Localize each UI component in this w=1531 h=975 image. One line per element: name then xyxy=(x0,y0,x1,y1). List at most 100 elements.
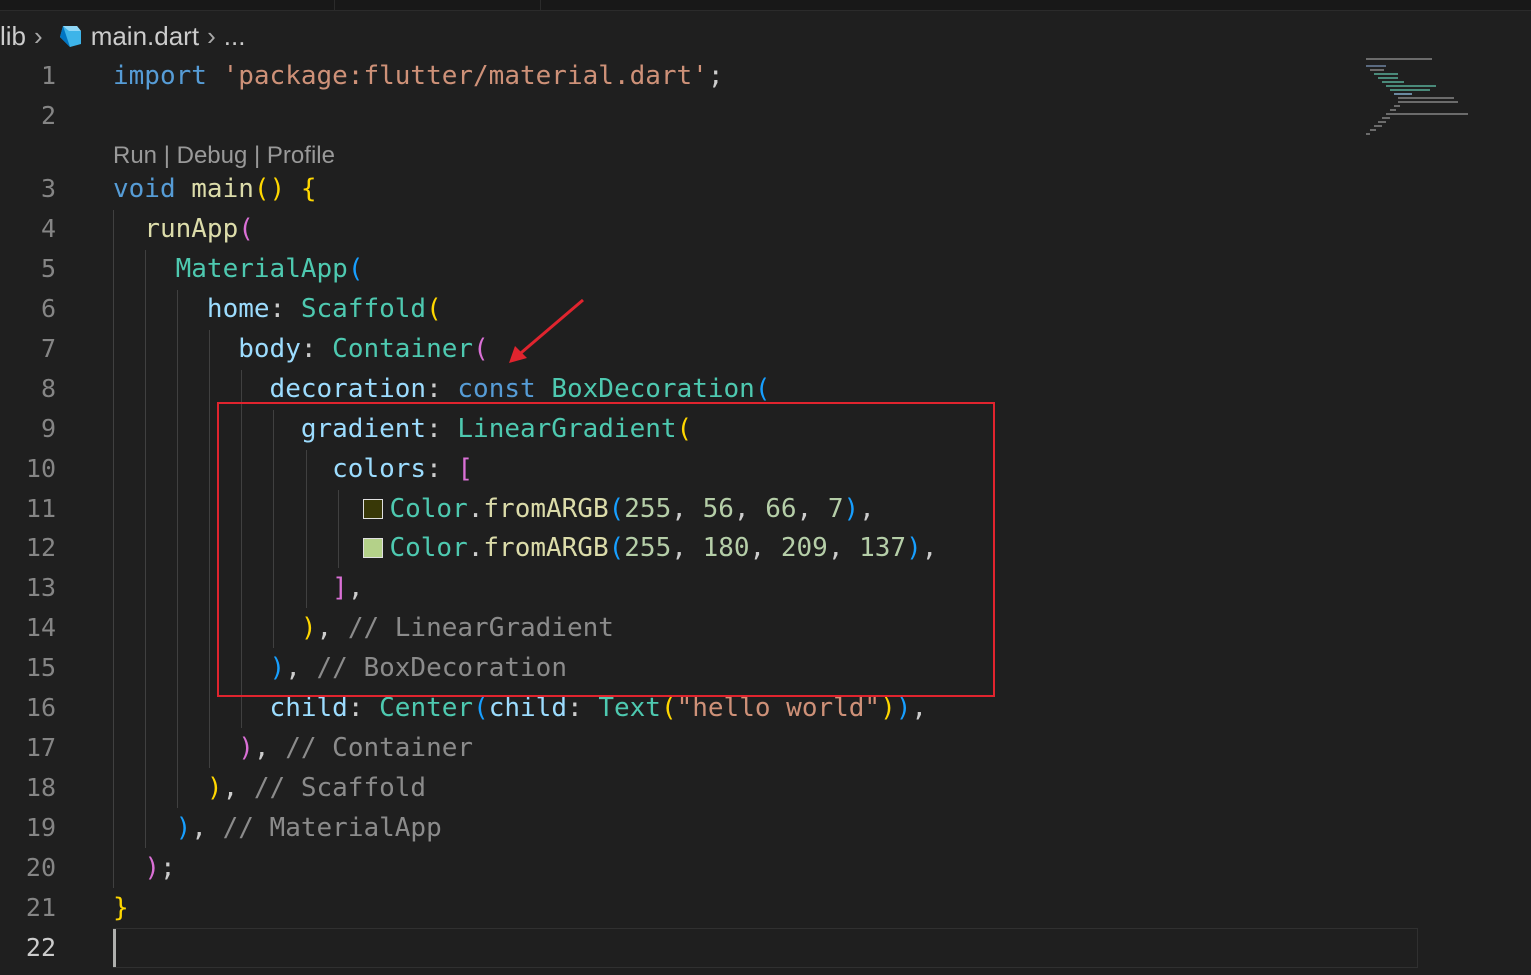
code-token: ( xyxy=(426,294,442,324)
code-text: MaterialApp( xyxy=(113,249,364,289)
code-token: ) xyxy=(238,733,254,763)
code-token: BoxDecoration xyxy=(551,374,755,404)
code-token: void xyxy=(113,174,176,204)
code-text: home: Scaffold( xyxy=(113,289,442,329)
code-text: body: Container( xyxy=(113,329,489,369)
code-line[interactable]: 2 xyxy=(0,96,1531,136)
code-text: runApp( xyxy=(113,209,254,249)
code-text: ), // MaterialApp xyxy=(113,808,442,848)
line-number: 2 xyxy=(40,101,56,130)
breadcrumb-folder[interactable]: lib xyxy=(0,21,26,52)
code-text: import 'package:flutter/material.dart'; xyxy=(113,56,724,96)
line-number: 8 xyxy=(40,374,56,403)
code-token: : xyxy=(347,693,380,723)
code-token: , xyxy=(191,813,223,843)
code-token: , xyxy=(253,733,286,763)
code-token: child xyxy=(488,693,567,723)
code-token: // Scaffold xyxy=(253,773,427,803)
code-token: ; xyxy=(707,61,724,91)
annotation-arrow-icon xyxy=(505,296,587,370)
line-number: 16 xyxy=(25,693,56,722)
code-line[interactable]: 18 ), // Scaffold xyxy=(0,768,1531,808)
tab-separator xyxy=(334,0,335,10)
code-text: ), // Container xyxy=(113,728,473,768)
line-number: 13 xyxy=(25,573,56,602)
breadcrumb: lib › main.dart › ... xyxy=(0,14,245,58)
code-line[interactable]: 5 MaterialApp( xyxy=(0,249,1531,289)
code-token: : xyxy=(269,294,301,324)
code-token: import xyxy=(113,61,207,91)
codelens-separator: | xyxy=(247,142,267,169)
codelens-profile-link[interactable]: Profile xyxy=(267,142,335,169)
line-number: 5 xyxy=(40,254,56,283)
code-token: ) xyxy=(175,813,192,843)
code-token: ) xyxy=(144,853,160,883)
breadcrumb-file[interactable]: main.dart xyxy=(91,21,199,52)
code-token: decoration xyxy=(269,374,427,404)
code-line[interactable]: 17 ), // Container xyxy=(0,728,1531,768)
line-number: 12 xyxy=(25,533,56,562)
code-line[interactable]: 7 body: Container( xyxy=(0,329,1531,369)
line-number: 20 xyxy=(25,853,56,882)
breadcrumb-more[interactable]: ... xyxy=(224,21,246,52)
code-token: const xyxy=(457,374,536,404)
line-number: 7 xyxy=(40,334,56,363)
code-token: ; xyxy=(159,853,176,883)
code-token: ) xyxy=(895,693,912,723)
code-line[interactable]: 20 ); xyxy=(0,848,1531,888)
codelens: Run | Debug | Profile xyxy=(113,140,335,172)
code-token: MaterialApp xyxy=(175,254,348,284)
code-text: void main() { xyxy=(113,169,317,209)
line-number: 15 xyxy=(25,653,56,682)
code-token: ) xyxy=(206,773,223,803)
tab-separator xyxy=(540,0,541,10)
line-number: 17 xyxy=(25,733,56,762)
code-line[interactable]: 1 import 'package:flutter/material.dart'; xyxy=(0,56,1531,96)
chevron-right-icon: › xyxy=(34,20,43,51)
line-number: 14 xyxy=(25,613,56,642)
code-token: 'package:flutter/material.dart' xyxy=(222,61,708,91)
code-token: ( xyxy=(238,214,254,244)
line-number: 22 xyxy=(25,933,56,962)
line-number: 3 xyxy=(40,174,56,203)
code-token: ) xyxy=(880,693,896,723)
line-number: 19 xyxy=(25,813,56,842)
line-number: 6 xyxy=(40,294,56,323)
code-line[interactable]: 22 xyxy=(0,928,1531,968)
code-text: } xyxy=(113,888,129,928)
line-number: 10 xyxy=(25,454,56,483)
text-cursor xyxy=(113,929,116,967)
code-line[interactable]: 21} xyxy=(0,888,1531,928)
code-token: , xyxy=(911,693,928,723)
codelens-run-link[interactable]: Run xyxy=(113,142,157,169)
code-token: Container xyxy=(332,334,474,364)
code-token: Center xyxy=(379,693,474,723)
code-line[interactable]: 19 ), // MaterialApp xyxy=(0,808,1531,848)
tab-strip xyxy=(0,0,1531,11)
line-number: 11 xyxy=(25,494,56,523)
line-number: 1 xyxy=(40,61,56,90)
code-line[interactable]: 4 runApp( xyxy=(0,209,1531,249)
code-token: : xyxy=(567,693,599,723)
line-number: 21 xyxy=(25,893,56,922)
codelens-debug-link[interactable]: Debug xyxy=(177,142,248,169)
code-token: : xyxy=(426,374,458,404)
code-token: ( xyxy=(473,334,489,364)
code-line[interactable]: 3 void main() { xyxy=(0,169,1531,209)
code-token: , xyxy=(222,773,254,803)
code-token: main xyxy=(191,174,254,204)
code-line[interactable]: 6 home: Scaffold( xyxy=(0,289,1531,329)
code-token: { xyxy=(300,174,317,204)
code-token: runApp xyxy=(144,214,239,244)
